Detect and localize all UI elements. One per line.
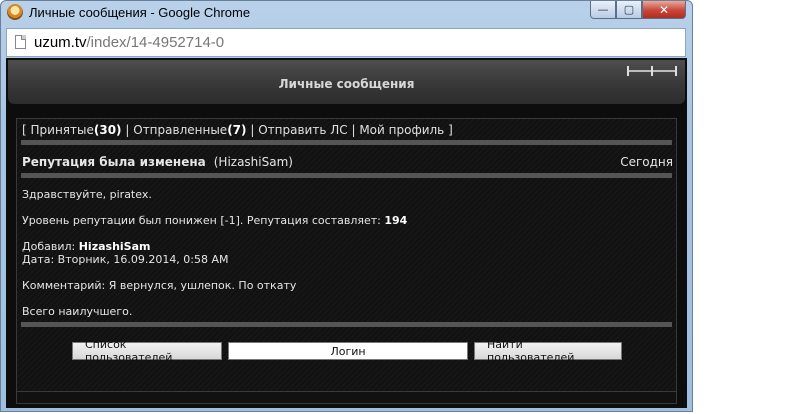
- slider-tick-right: [675, 66, 677, 76]
- nav-sent-count: (7): [227, 123, 247, 137]
- url-host: uzum.tv: [34, 34, 87, 51]
- added-by-user[interactable]: HizashiSam: [79, 240, 151, 253]
- nav-bracket-close: ]: [448, 123, 453, 137]
- nav-bracket-open: [: [22, 123, 27, 137]
- message-header: Репутация была изменена (HizashiSam) Сего…: [22, 155, 673, 169]
- message-greeting: Здравствуйте, piratex.: [22, 188, 152, 201]
- login-input[interactable]: [228, 342, 468, 360]
- divider-bar: [21, 140, 672, 145]
- reputation-value: 194: [384, 214, 408, 227]
- nav-sent-link[interactable]: Отправленные(7): [133, 123, 246, 137]
- divider-bar: [21, 173, 672, 178]
- url-text[interactable]: uzum.tv/index/14-4952714-0: [34, 34, 224, 51]
- minimize-button[interactable]: —: [590, 1, 616, 19]
- page-icon: [15, 35, 26, 49]
- message-comment: Комментарий: Я вернулся, ушлепок. По отк…: [22, 279, 297, 292]
- resize-slider[interactable]: [627, 66, 677, 76]
- users-list-button[interactable]: Список пользователей: [72, 338, 222, 364]
- nav-received-count: (30): [93, 123, 122, 137]
- nav-separator: |: [250, 123, 255, 137]
- slider-tick-middle: [651, 66, 653, 76]
- panel-bottom-border: [16, 392, 677, 404]
- close-button[interactable]: ✕: [642, 1, 686, 19]
- messages-nav: [ Принятые(30) | Отправленные(7) | Отпра…: [22, 123, 453, 137]
- reputation-text: Уровень репутации был понижен [-1]. Репу…: [22, 214, 381, 227]
- url-path: /index/14-4952714-0: [86, 34, 225, 51]
- message-date: Сегодня: [620, 155, 673, 169]
- added-label: Добавил:: [22, 240, 76, 253]
- nav-separator: |: [125, 123, 130, 137]
- nav-separator: |: [351, 123, 356, 137]
- page-header: Личные сообщения: [8, 60, 685, 104]
- nav-send-message-link[interactable]: Отправить ЛС: [258, 123, 347, 137]
- window-title: Личные сообщения - Google Chrome: [29, 5, 251, 20]
- messages-panel: [ Принятые(30) | Отправленные(7) | Отпра…: [16, 118, 677, 392]
- message-subject: Репутация была изменена: [22, 155, 206, 169]
- browser-window: Личные сообщения - Google Chrome — ▢ ✕ u…: [0, 0, 693, 412]
- nav-my-profile-link[interactable]: Мой профиль: [359, 123, 444, 137]
- nav-sent-label: Отправленные: [133, 123, 228, 137]
- page-title: Личные сообщения: [278, 77, 415, 91]
- message-date-line: Дата: Вторник, 16.09.2014, 0:58 AM: [22, 253, 229, 266]
- site-favicon-icon: [7, 4, 23, 20]
- message-sender[interactable]: (HizashiSam): [214, 155, 293, 169]
- address-bar[interactable]: uzum.tv/index/14-4952714-0: [6, 28, 686, 57]
- divider-bar: [21, 322, 672, 327]
- message-added-line: Добавил: HizashiSam: [22, 240, 150, 253]
- user-search-bar: Список пользователей Найти пользователей: [72, 338, 622, 364]
- nav-received-label: Принятые: [30, 123, 94, 137]
- message-reputation-line: Уровень репутации был понижен [-1]. Репу…: [22, 214, 407, 227]
- message-closing: Всего наилучшего.: [22, 305, 133, 318]
- slider-tick-left: [627, 66, 629, 76]
- find-users-button[interactable]: Найти пользователей: [474, 338, 622, 364]
- window-controls: — ▢ ✕: [590, 1, 686, 19]
- title-bar[interactable]: Личные сообщения - Google Chrome — ▢ ✕: [1, 1, 692, 25]
- maximize-button[interactable]: ▢: [616, 1, 642, 19]
- nav-received-link[interactable]: Принятые(30): [31, 123, 122, 137]
- page-viewport: Личные сообщения [ Принятые(30) | Отправ…: [6, 58, 687, 408]
